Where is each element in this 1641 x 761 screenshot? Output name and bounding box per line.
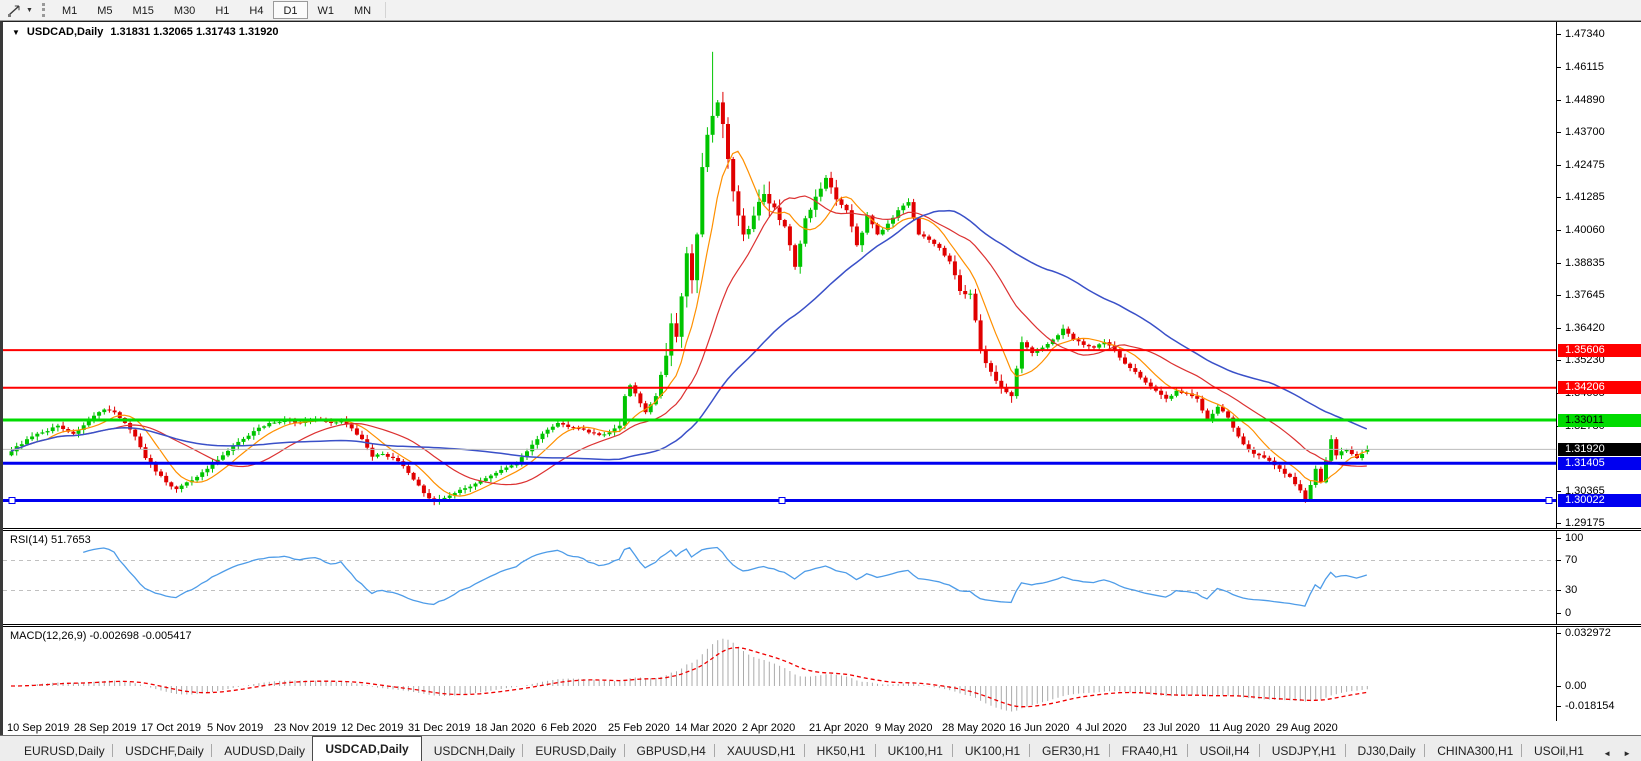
chart-tab-hk50-h1[interactable]: HK50,H1 (805, 740, 875, 761)
rsi-tick-label: 70 (1557, 554, 1577, 566)
rsi-plot[interactable] (3, 531, 1557, 624)
price-tick-label: 1.36420 (1557, 322, 1605, 334)
date-label: 17 Oct 2019 (141, 722, 201, 734)
macd-plot[interactable] (3, 627, 1557, 721)
rsi-tick-label: 0 (1557, 607, 1571, 619)
date-label: 5 Nov 2019 (207, 722, 264, 734)
timeframe-button-h4[interactable]: H4 (239, 1, 273, 19)
rsi-tick-label: 100 (1557, 532, 1583, 544)
chart-title: ▼ USDCAD,Daily 1.31831 1.32065 1.31743 1… (12, 26, 279, 38)
date-label: 2 Apr 2020 (742, 722, 796, 734)
timeframe-buttons: M1 M5 M15 M30 H1 H4 D1 W1 MN (52, 1, 390, 19)
date-label: 9 May 2020 (875, 722, 933, 734)
macd-label: MACD(12,26,9) -0.002698 -0.005417 (10, 630, 192, 642)
price-tick-label: 1.40060 (1557, 224, 1605, 236)
tab-scroll-buttons: ◄ ► (1593, 749, 1641, 761)
macd-axis[interactable]: 0.032972 0.00 -0.018154 (1556, 627, 1641, 721)
rsi-panel[interactable]: RSI(14) 51.7653 100 70 30 0 (3, 531, 1641, 624)
macd-tick-label: -0.018154 (1557, 700, 1615, 712)
chart-tab-eurusd-daily[interactable]: EURUSD,Daily (523, 740, 623, 761)
hline-price-label: 1.35606 (1558, 343, 1641, 357)
date-label: 28 May 2020 (942, 722, 1006, 734)
chart-tab-uk100-h1[interactable]: UK100,H1 (953, 740, 1029, 761)
chart-window: ▼ USDCAD,Daily 1.31831 1.32065 1.31743 1… (0, 21, 1641, 761)
tool-dropdown-caret[interactable]: ▼ (26, 7, 33, 14)
chart-tab-usoil-h4[interactable]: USOil,H4 (1188, 740, 1259, 761)
hline-price-label: 1.34206 (1558, 381, 1641, 395)
chart-tab-usdcnh-daily[interactable]: USDCNH,Daily (422, 740, 523, 761)
price-axis[interactable]: 1.47340 1.46115 1.44890 1.43700 1.42475 1.412… (1556, 22, 1641, 528)
price-tick-label: 1.41285 (1557, 191, 1605, 203)
trendline-tool-icon[interactable] (3, 1, 25, 19)
chart-tab-bar: EURUSD,Daily USDCHF,Daily AUDUSD,Daily USDC… (0, 735, 1641, 761)
timeframe-button-h1[interactable]: H1 (205, 1, 239, 19)
date-label: 11 Aug 2020 (1209, 722, 1270, 734)
timeframe-button-d1[interactable]: D1 (273, 1, 308, 19)
tab-scroll-left-icon[interactable]: ◄ (1603, 749, 1611, 758)
chart-tab-xauusd-h1[interactable]: XAUUSD,H1 (715, 740, 804, 761)
timeframe-button-mn[interactable]: MN (344, 1, 381, 19)
chart-tab-ger30-h1[interactable]: GER30,H1 (1030, 740, 1109, 761)
date-label: 23 Jul 2020 (1143, 722, 1200, 734)
hline-price-label: 1.33011 (1558, 413, 1641, 427)
date-label: 16 Jun 2020 (1009, 722, 1070, 734)
price-tick-label: 1.46115 (1557, 61, 1604, 73)
timeframe-button-w1[interactable]: W1 (308, 1, 345, 19)
date-label: 4 Jul 2020 (1076, 722, 1127, 734)
price-tick-label: 1.47340 (1557, 28, 1605, 40)
chart-tab-usdjpy-h1[interactable]: USDJPY,H1 (1260, 740, 1345, 761)
date-label: 6 Feb 2020 (541, 722, 597, 734)
date-label: 23 Nov 2019 (274, 722, 337, 734)
timeframe-button-m5[interactable]: M5 (87, 1, 122, 19)
toolbar-grip[interactable] (41, 3, 45, 17)
price-tick-label: 1.42475 (1557, 159, 1605, 171)
price-tick-label: 1.38835 (1557, 257, 1605, 269)
chart-tab-gbpusd-h4[interactable]: GBPUSD,H4 (625, 740, 714, 761)
price-tick-label: 1.37645 (1557, 289, 1605, 301)
chart-tab-usdchf-daily[interactable]: USDCHF,Daily (113, 740, 211, 761)
timeframe-button-m1[interactable]: M1 (52, 1, 87, 19)
timeframe-button-m30[interactable]: M30 (164, 1, 205, 19)
hline-price-label: 1.30022 (1558, 494, 1641, 508)
chart-symbol-label: USDCAD,Daily (26, 26, 104, 38)
rsi-tick-label: 30 (1557, 584, 1577, 596)
macd-panel[interactable]: MACD(12,26,9) -0.002698 -0.005417 0.0329… (3, 627, 1641, 721)
price-tick-label: 1.43700 (1557, 126, 1605, 138)
timeframe-button-m15[interactable]: M15 (123, 1, 164, 19)
date-axis[interactable]: 10 Sep 2019 28 Sep 2019 17 Oct 2019 5 Nov 2… (3, 721, 1641, 735)
price-chart-panel[interactable]: ▼ USDCAD,Daily 1.31831 1.32065 1.31743 1… (3, 22, 1641, 528)
timeframe-toolbar: ▼ M1 M5 M15 M30 H1 H4 D1 W1 MN (0, 0, 1641, 21)
macd-tick-label: 0.00 (1557, 680, 1586, 692)
price-tick-label: 1.29175 (1557, 517, 1605, 528)
chart-tab-uk100-h1[interactable]: UK100,H1 (876, 740, 952, 761)
symbol-dropdown-arrow[interactable]: ▼ (12, 28, 20, 37)
chart-tab-dj30-daily[interactable]: DJ30,Daily (1346, 740, 1425, 761)
chart-tab-usoil-h1[interactable]: USOil,H1 (1522, 740, 1593, 761)
chart-tab-china300-h1[interactable]: CHINA300,H1 (1425, 740, 1521, 761)
price-tick-label: 1.44890 (1557, 94, 1605, 106)
chart-ohlc-values: 1.31831 1.32065 1.31743 1.31920 (110, 26, 279, 38)
date-label: 29 Aug 2020 (1276, 722, 1338, 734)
date-label: 14 Mar 2020 (675, 722, 737, 734)
hline-price-label: 1.31405 (1558, 456, 1641, 470)
date-label: 25 Feb 2020 (608, 722, 670, 734)
mt4-window: ▼ M1 M5 M15 M30 H1 H4 D1 W1 MN ▼ USDCAD,Daily 1.… (0, 0, 1641, 761)
date-label: 28 Sep 2019 (74, 722, 137, 734)
rsi-label: RSI(14) 51.7653 (10, 534, 91, 546)
date-label: 12 Dec 2019 (341, 722, 404, 734)
price-chart-plot[interactable] (3, 22, 1557, 528)
chart-tab-fra40-h1[interactable]: FRA40,H1 (1110, 740, 1187, 761)
date-label: 31 Dec 2019 (408, 722, 471, 734)
date-label: 18 Jan 2020 (475, 722, 536, 734)
tab-scroll-right-icon[interactable]: ► (1623, 749, 1631, 758)
chart-tab-audusd-daily[interactable]: AUDUSD,Daily (212, 740, 312, 761)
chart-tab-usdcad-daily[interactable]: USDCAD,Daily (312, 736, 422, 761)
macd-tick-label: 0.032972 (1557, 627, 1611, 639)
current-price-label: 1.31920 (1558, 442, 1641, 456)
chart-tab-eurusd-daily[interactable]: EURUSD,Daily (12, 740, 112, 761)
date-label: 10 Sep 2019 (7, 722, 70, 734)
toolbar-separator (385, 2, 387, 18)
date-label: 21 Apr 2020 (809, 722, 869, 734)
rsi-axis[interactable]: 100 70 30 0 (1556, 531, 1641, 624)
